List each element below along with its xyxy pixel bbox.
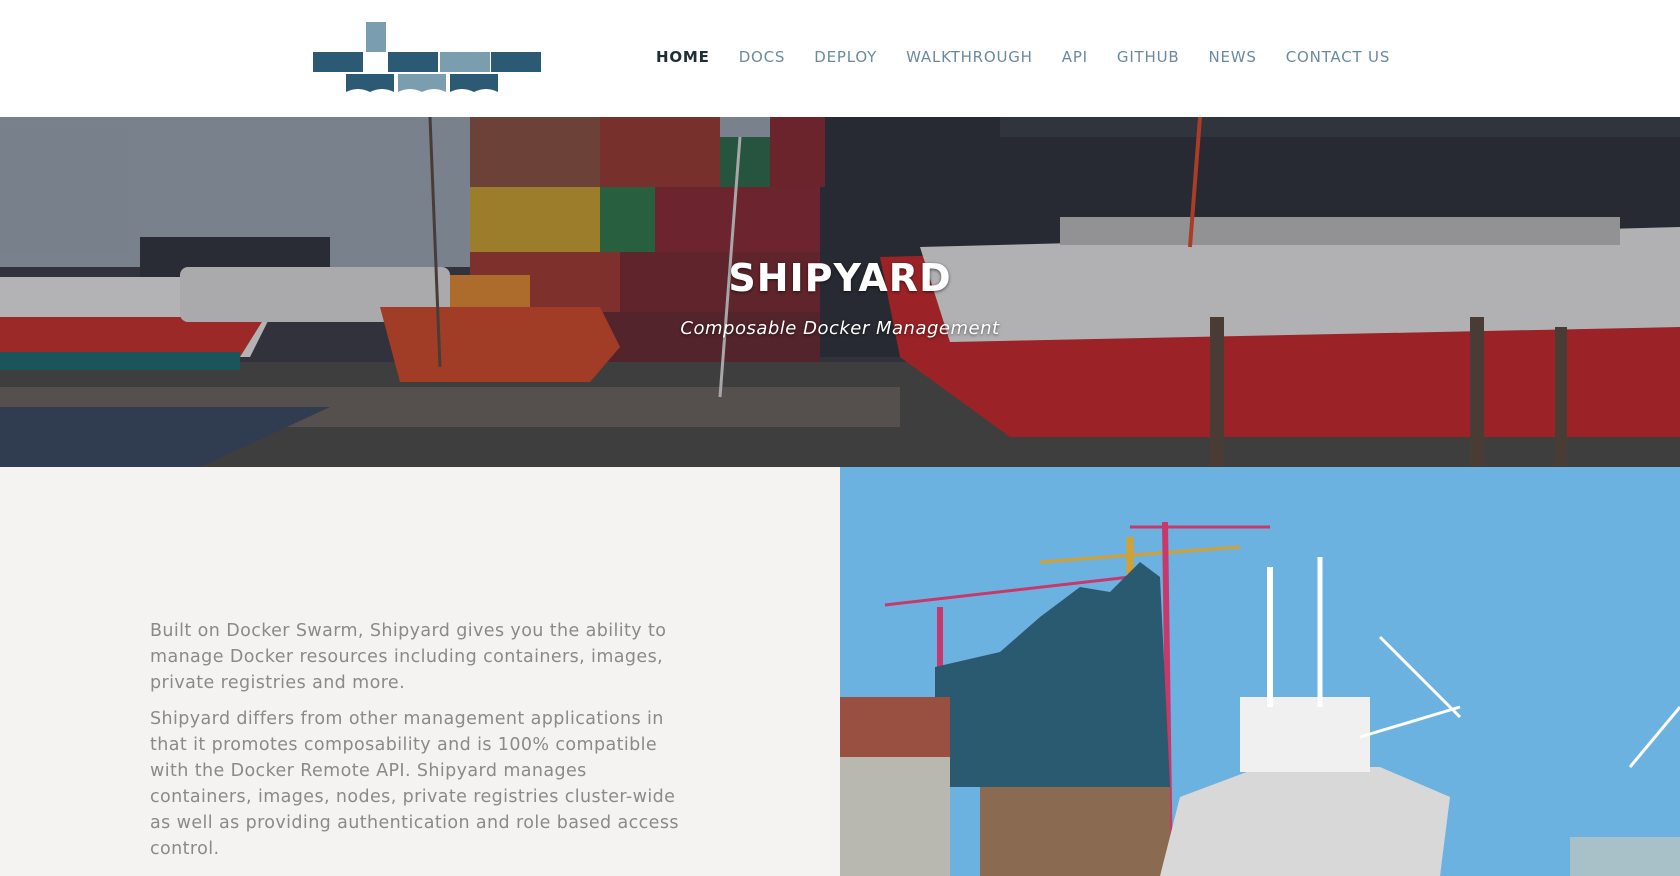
nav-api[interactable]: API [1062,48,1088,66]
nav-github[interactable]: GITHUB [1117,48,1180,66]
shipyard-logo[interactable] [313,22,541,94]
nav-contact-us[interactable]: CONTACT US [1286,48,1390,66]
nav-news[interactable]: NEWS [1208,48,1256,66]
intro-section: Built on Docker Swarm, Shipyard gives yo… [0,467,840,876]
nav-docs[interactable]: DOCS [739,48,786,66]
ship-cranes-image [840,467,1680,876]
hero-title: SHIPYARD [728,256,952,300]
site-header: HOME DOCS DEPLOY WALKTHROUGH API GITHUB … [0,0,1680,117]
nav-walkthrough[interactable]: WALKTHROUGH [906,48,1033,66]
nav-home[interactable]: HOME [656,48,710,66]
hero-subtitle: Composable Docker Management [680,318,1000,339]
harbor-ship-photo [840,467,1680,876]
intro-paragraph-1: Built on Docker Swarm, Shipyard gives yo… [150,621,667,693]
nav-deploy[interactable]: DEPLOY [814,48,877,66]
hero-banner: SHIPYARD Composable Docker Management [0,117,1680,467]
main-nav: HOME DOCS DEPLOY WALKTHROUGH API GITHUB … [656,48,1390,66]
intro-paragraph-2: Shipyard differs from other management a… [150,709,679,859]
